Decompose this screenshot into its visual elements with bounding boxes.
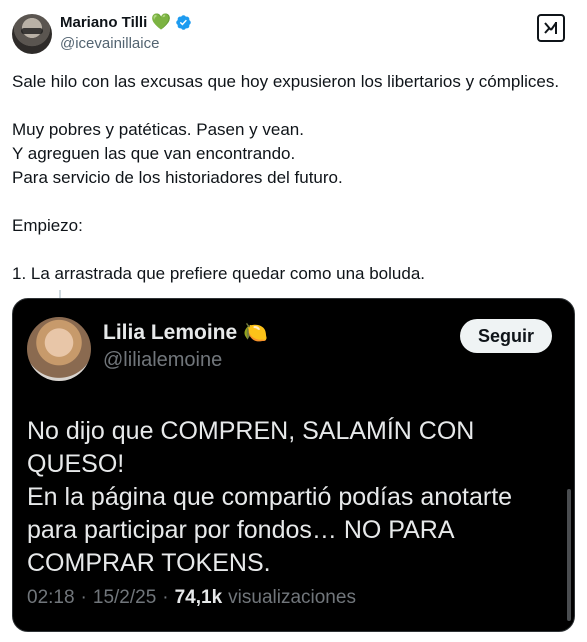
quoted-name-row: Lilia Lemoine 🍋	[103, 321, 268, 345]
quoted-display-name: Lilia Lemoine	[103, 321, 238, 344]
grok-icon	[544, 22, 557, 34]
author-display-name[interactable]: Mariano Tilli	[60, 14, 147, 31]
quoted-tweet-image[interactable]: Lilia Lemoine 🍋 @lilialemoine Seguir No …	[12, 298, 575, 632]
author-name-row: Mariano Tilli 💚	[60, 14, 192, 31]
quoted-handle: @lilialemoine	[103, 349, 223, 371]
verified-icon	[176, 15, 191, 30]
tweet-text: Sale hilo con las excusas que hoy expusi…	[12, 72, 560, 283]
quoted-time: 02:18	[27, 587, 75, 608]
quoted-author-avatar	[27, 317, 91, 381]
lemon-icon: 🍋	[243, 322, 269, 344]
quoted-views-label: visualizaciones	[228, 587, 356, 608]
author-avatar[interactable]	[12, 14, 52, 54]
grok-button[interactable]	[537, 14, 565, 42]
scrollbar[interactable]	[567, 489, 571, 621]
heart-icon: 💚	[151, 13, 172, 31]
quoted-text: No dijo que COMPREN, SALAMÍN CON QUESO! …	[27, 417, 513, 577]
author-handle[interactable]: @icevainillaice	[60, 35, 159, 52]
meta-separator: ·	[80, 587, 87, 608]
quoted-views-count: 74,1k	[174, 587, 223, 608]
follow-button: Seguir	[459, 319, 552, 353]
meta-separator: ·	[162, 587, 169, 608]
quoted-date: 15/2/25	[92, 587, 157, 608]
quoted-meta: 02:18 · 15/2/25 · 74,1k visualizaciones	[27, 587, 356, 609]
tweet-header: Mariano Tilli 💚 @icevainillaice	[12, 12, 575, 56]
